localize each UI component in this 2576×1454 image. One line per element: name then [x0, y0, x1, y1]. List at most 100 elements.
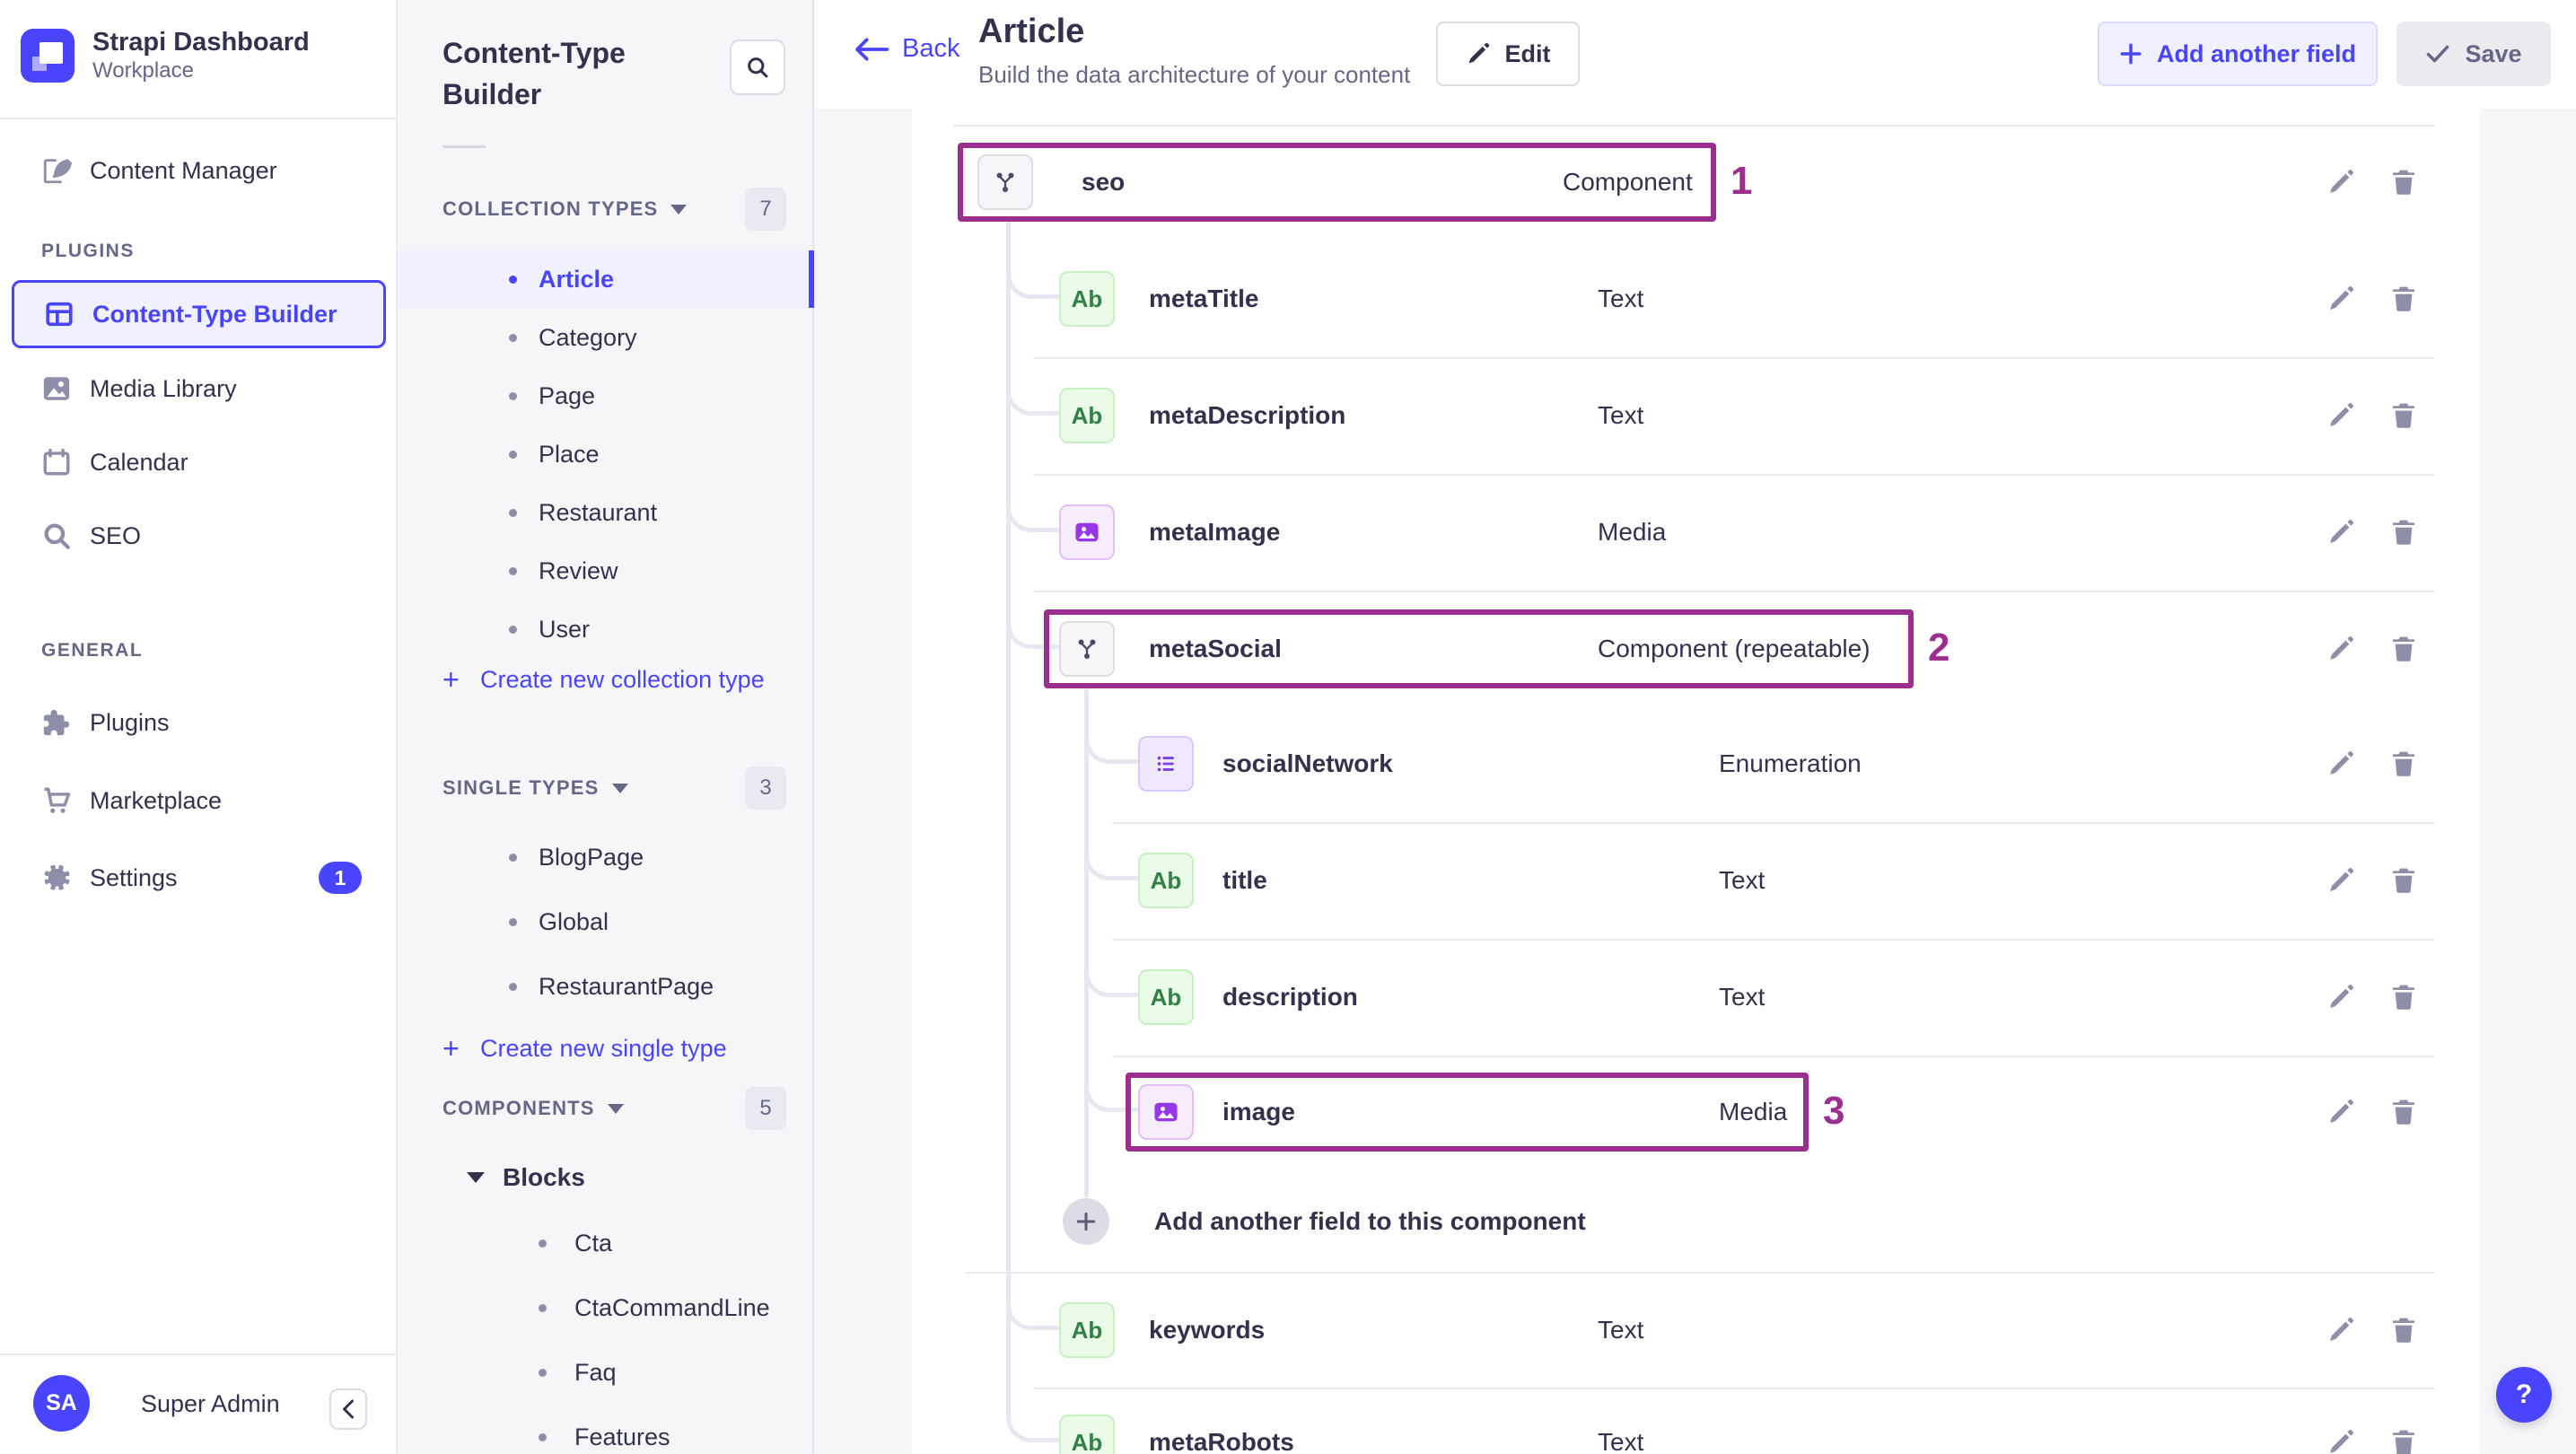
save-button[interactable]: Save [2396, 22, 2551, 86]
component-group-blocks[interactable]: Blocks [398, 1149, 814, 1206]
nav-item-page[interactable]: Page [398, 367, 814, 425]
edit-field-button[interactable] [2325, 399, 2357, 432]
edit-field-button[interactable] [2325, 748, 2357, 780]
nav-item-label: Review [539, 556, 618, 584]
media-field-icon [1138, 1084, 1194, 1140]
pencil-icon [2330, 403, 2353, 426]
add-another-field-button[interactable]: Add another field [2098, 22, 2378, 86]
nav-item-label: Category [539, 323, 637, 351]
collection-types-header[interactable]: COLLECTION TYPES [442, 188, 688, 231]
text-field-icon: Ab [1059, 271, 1115, 327]
add-field-to-component-button[interactable] [1063, 1198, 1109, 1245]
back-link[interactable]: Back [854, 34, 959, 64]
sidebar-item-marketplace[interactable]: Marketplace [0, 768, 398, 833]
trash-icon [2393, 170, 2414, 195]
sidebar-item-seo[interactable]: SEO [0, 504, 398, 568]
nav-item-category[interactable]: Category [398, 309, 814, 366]
sidebar-item-label: Settings [90, 863, 178, 891]
bullet-icon [509, 508, 517, 517]
app-logo-row[interactable]: Strapi Dashboard Workplace [21, 27, 310, 84]
sidebar-item-calendar[interactable]: Calendar [0, 430, 398, 495]
delete-field-button[interactable] [2388, 864, 2420, 897]
edit-field-button[interactable] [2325, 981, 2357, 1013]
nav-item-global[interactable]: Global [398, 893, 814, 950]
components-header[interactable]: COMPONENTS [442, 1087, 624, 1130]
delete-field-button[interactable] [2388, 283, 2420, 315]
delete-field-button[interactable] [2388, 166, 2420, 198]
field-row-metaimage: metaImage Media [912, 474, 2480, 591]
add-field-to-component-label: Add another field to this component [1154, 1207, 1586, 1235]
add-field-to-component-row: Add another field to this component [912, 1163, 2480, 1280]
edit-field-button[interactable] [2325, 864, 2357, 897]
delete-field-button[interactable] [2388, 1426, 2420, 1454]
field-row-metarobots: Ab metaRobots Text [912, 1384, 2480, 1454]
nav-item-ctacommandline[interactable]: CtaCommandLine [398, 1279, 814, 1336]
sidebar-item-plugins[interactable]: Plugins [0, 690, 398, 755]
sidebar-item-content-manager[interactable]: Content Manager [0, 138, 398, 203]
delete-field-button[interactable] [2388, 399, 2420, 432]
field-type: Media [1719, 1098, 1788, 1126]
nav-item-blogpage[interactable]: BlogPage [398, 828, 814, 886]
nav-item-features[interactable]: Features [398, 1408, 814, 1454]
edit-field-button[interactable] [2325, 1096, 2357, 1128]
edit-button[interactable]: Edit [1436, 22, 1580, 86]
nav-item-restaurantpage[interactable]: RestaurantPage [398, 958, 814, 1015]
edit-field-button[interactable] [2325, 283, 2357, 315]
user-name: Super Admin [141, 1390, 280, 1417]
field-row-title: Ab title Text [912, 822, 2480, 939]
nav-item-label: CtaCommandLine [574, 1293, 770, 1321]
pencil-icon [1468, 42, 1489, 64]
field-name: keywords [1149, 1316, 1266, 1344]
edit-field-button[interactable] [2325, 1426, 2357, 1454]
field-type: Text [1719, 866, 1766, 894]
sidebar-item-settings[interactable]: Settings 1 [0, 845, 398, 910]
nav-item-review[interactable]: Review [398, 542, 814, 600]
edit-field-button[interactable] [2325, 166, 2357, 198]
bullet-icon [509, 391, 517, 400]
pencil-icon [2330, 1430, 2353, 1453]
nav-item-label: BlogPage [539, 843, 644, 871]
edit-field-button[interactable] [2325, 1314, 2357, 1346]
pencil-icon [2330, 751, 2353, 775]
nav-item-article[interactable]: Article [398, 250, 814, 308]
delete-field-button[interactable] [2388, 748, 2420, 780]
field-row-description: Ab description Text [912, 939, 2480, 1055]
create-collection-type-link[interactable]: + Create new collection type [398, 653, 814, 706]
delete-field-button[interactable] [2388, 633, 2420, 665]
nav-item-label: Features [574, 1423, 670, 1450]
single-types-header[interactable]: SINGLE TYPES [442, 766, 628, 810]
delete-field-button[interactable] [2388, 516, 2420, 548]
nav-item-user[interactable]: User [398, 600, 814, 658]
text-field-icon: Ab [1138, 853, 1194, 908]
plus-icon [1076, 1212, 1096, 1231]
nav-item-restaurant[interactable]: Restaurant [398, 484, 814, 541]
sidebar-item-content-type-builder[interactable]: Content-Type Builder [12, 280, 386, 348]
field-row-socialnetwork: socialNetwork Enumeration [912, 705, 2480, 822]
edit-field-button[interactable] [2325, 633, 2357, 665]
edit-field-button[interactable] [2325, 516, 2357, 548]
sidebar-item-media-library[interactable]: Media Library [0, 356, 398, 421]
search-button[interactable] [730, 39, 785, 95]
pencil-icon [2330, 636, 2353, 660]
trash-icon [2393, 1099, 2414, 1125]
collapse-sidebar-button[interactable] [329, 1388, 367, 1430]
help-button[interactable]: ? [2496, 1367, 2552, 1423]
delete-field-button[interactable] [2388, 1314, 2420, 1346]
field-row-metadescription: Ab metaDescription Text [912, 357, 2480, 474]
media-field-icon [1059, 504, 1115, 560]
nav-item-cta[interactable]: Cta [398, 1214, 814, 1272]
chevron-down-icon [467, 1172, 485, 1183]
delete-field-button[interactable] [2388, 981, 2420, 1013]
strapi-app: Strapi Dashboard Workplace Content Manag… [0, 0, 2576, 1454]
create-single-type-link[interactable]: + Create new single type [398, 1021, 814, 1075]
pencil-icon [2330, 170, 2353, 193]
nav-item-label: User [539, 615, 591, 643]
magnifier-icon [41, 521, 72, 551]
nav-item-faq[interactable]: Faq [398, 1344, 814, 1401]
plus-icon: + [442, 1032, 460, 1064]
avatar[interactable]: SA [33, 1375, 90, 1432]
delete-field-button[interactable] [2388, 1096, 2420, 1128]
nav-item-place[interactable]: Place [398, 425, 814, 483]
section-title-plugins: PLUGINS [41, 241, 135, 261]
pencil-icon [2330, 868, 2353, 891]
